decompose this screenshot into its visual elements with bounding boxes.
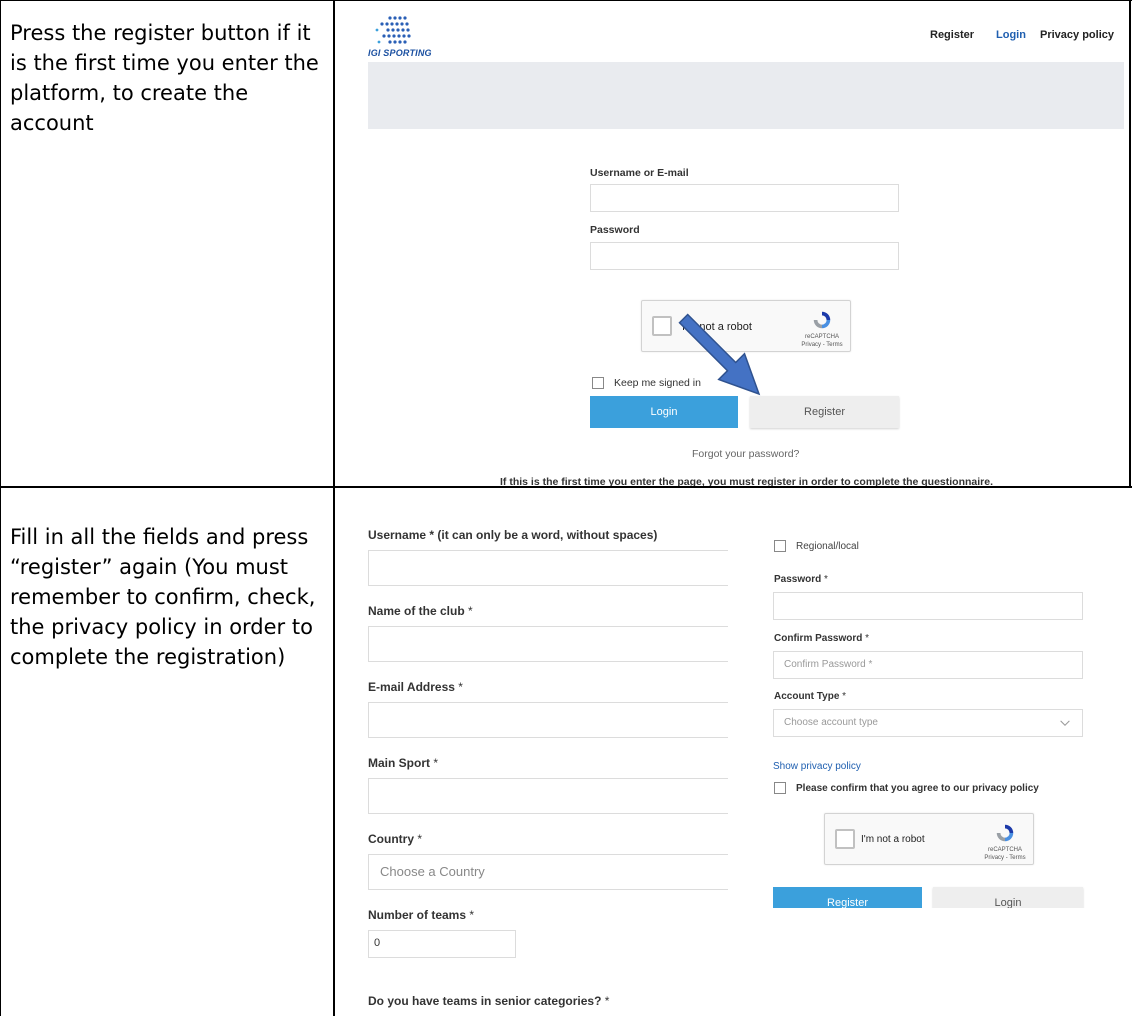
password-label: Password xyxy=(590,224,640,236)
account-type-placeholder: Choose account type xyxy=(784,717,878,728)
recaptcha-brand: reCAPTCHA xyxy=(804,334,839,340)
privacy-confirm-label: Please confirm that you agree to our pri… xyxy=(796,783,1039,794)
nav-register[interactable]: Register xyxy=(930,29,974,41)
reg-login-button[interactable]: Login xyxy=(933,887,1083,908)
reg-club-input[interactable] xyxy=(368,626,728,662)
regional-label: Regional/local xyxy=(796,541,859,552)
recaptcha-links: Privacy - Terms xyxy=(801,342,843,348)
nav-login[interactable]: Login xyxy=(996,29,1026,41)
reg-teams-value: 0 xyxy=(374,937,381,949)
reg-confirm-placeholder: Confirm Password * xyxy=(784,659,873,670)
reg-sport-label: Main Sport * xyxy=(368,756,439,770)
reg-email-label: E-mail Address * xyxy=(368,680,463,694)
nav-privacy-policy[interactable]: Privacy policy xyxy=(1040,29,1114,41)
table-right-edge xyxy=(1129,0,1131,486)
first-time-note: If this is the first time you enter the … xyxy=(500,476,994,486)
show-privacy-policy-link[interactable]: Show privacy policy xyxy=(773,761,861,772)
username-input[interactable] xyxy=(590,184,899,212)
reg-club-label: Name of the club * xyxy=(368,604,473,618)
reg-email-input[interactable] xyxy=(368,702,728,738)
reg-register-button[interactable]: Register xyxy=(773,887,922,908)
reg-country-label: Country * xyxy=(368,832,423,846)
reg-recaptcha-checkbox[interactable] xyxy=(835,829,855,849)
reg-password-input[interactable] xyxy=(773,592,1083,620)
reg-username-input[interactable] xyxy=(368,550,728,586)
instruction-step-1: Press the register button if it is the f… xyxy=(10,21,319,135)
password-input[interactable] xyxy=(590,242,899,270)
register-button[interactable]: Register xyxy=(750,396,899,428)
username-label: Username or E-mail xyxy=(590,167,689,179)
recaptcha-icon xyxy=(813,311,831,329)
reg-password-label: Password * xyxy=(774,574,828,585)
forgot-password-link[interactable]: Forgot your password? xyxy=(692,448,799,460)
account-type-label: Account Type * xyxy=(774,691,847,702)
reg-country-placeholder: Choose a Country xyxy=(380,864,485,879)
recaptcha-label: I'm not a robot xyxy=(682,321,752,333)
register-form-right: Regional/local Password * Confirm Passwo… xyxy=(764,528,1086,908)
keep-signed-in-checkbox[interactable] xyxy=(592,377,604,389)
reg-recaptcha-label: I'm not a robot xyxy=(861,834,925,845)
logo-text: IGI SPORTING xyxy=(368,48,432,58)
instruction-step-2: Fill in all the fields and press “regist… xyxy=(10,525,316,669)
reg-teams-input[interactable] xyxy=(368,930,516,958)
regional-checkbox[interactable] xyxy=(774,540,786,552)
recaptcha-widget[interactable]: I'm not a robot reCAPTCHA Privacy - Term… xyxy=(641,300,851,352)
recaptcha-checkbox[interactable] xyxy=(652,316,672,336)
reg-teams-label: Number of teams * xyxy=(368,908,475,922)
reg-recaptcha-icon xyxy=(996,824,1014,842)
reg-senior-label: Do you have teams in senior categories? … xyxy=(368,994,610,1008)
reg-sport-input[interactable] xyxy=(368,778,728,814)
reg-recaptcha-links: Privacy - Terms xyxy=(984,855,1026,861)
reg-confirm-label: Confirm Password * xyxy=(774,633,870,644)
header-banner xyxy=(368,62,1124,129)
reg-recaptcha-brand: reCAPTCHA xyxy=(987,847,1022,853)
chevron-down-icon xyxy=(1060,720,1070,726)
privacy-confirm-checkbox[interactable] xyxy=(774,782,786,794)
column-divider xyxy=(333,0,335,1016)
reg-username-label: Username * (it can only be a word, witho… xyxy=(368,528,658,542)
reg-recaptcha-widget[interactable]: I'm not a robot reCAPTCHA Privacy - Term… xyxy=(824,813,1034,865)
row-divider xyxy=(0,486,1132,488)
register-form-left: Username * (it can only be a word, witho… xyxy=(368,496,728,1016)
login-button[interactable]: Login xyxy=(590,396,738,428)
login-page-screenshot: IGI SPORTING Register Login Privacy poli… xyxy=(368,2,1124,486)
keep-signed-in-label: Keep me signed in xyxy=(614,377,701,389)
